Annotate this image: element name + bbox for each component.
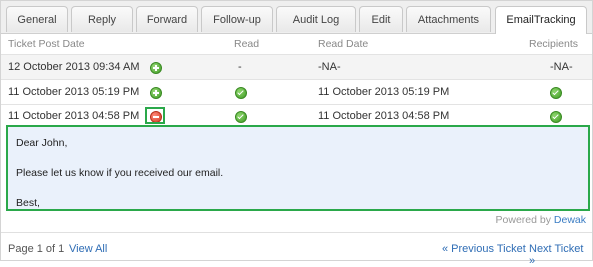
tab-attachments[interactable]: Attachments bbox=[406, 6, 491, 32]
next-ticket-link[interactable]: Next Ticket » bbox=[529, 243, 592, 267]
read-date: -NA- bbox=[318, 61, 341, 73]
message-greeting: Dear John, bbox=[16, 137, 68, 149]
pagination-footer: Page 1 of 1 View All « Previous Ticket N… bbox=[1, 232, 592, 267]
plus-icon[interactable] bbox=[150, 62, 162, 74]
table-row[interactable]: 11 October 2013 05:19 PM 11 October 2013… bbox=[1, 80, 592, 104]
col-read-date[interactable]: Read Date bbox=[318, 38, 368, 50]
recipients: -NA- bbox=[550, 61, 573, 73]
check-icon bbox=[550, 87, 562, 99]
tab-email-tracking[interactable]: EmailTracking bbox=[495, 6, 587, 34]
col-read[interactable]: Read bbox=[234, 38, 259, 50]
table-row[interactable]: 12 October 2013 09:34 AM - -NA- -NA- bbox=[1, 55, 592, 79]
read-date: 11 October 2013 05:19 PM bbox=[318, 86, 450, 98]
view-all-link[interactable]: View All bbox=[69, 243, 107, 255]
collapse-highlight bbox=[145, 107, 165, 124]
post-date: 12 October 2013 09:34 AM bbox=[8, 61, 140, 73]
tab-follow-up[interactable]: Follow-up bbox=[201, 6, 273, 32]
email-tracking-panel: General Reply Forward Follow-up Audit Lo… bbox=[0, 0, 593, 267]
tab-general[interactable]: General bbox=[6, 6, 68, 32]
plus-icon[interactable] bbox=[150, 87, 162, 99]
tab-forward[interactable]: Forward bbox=[136, 6, 198, 32]
check-icon bbox=[235, 111, 247, 123]
post-date: 11 October 2013 05:19 PM bbox=[8, 86, 140, 98]
message-body: Please let us know if you received our e… bbox=[16, 167, 224, 179]
tab-audit-log[interactable]: Audit Log bbox=[276, 6, 356, 32]
col-ticket-post-date[interactable]: Ticket Post Date bbox=[8, 38, 85, 50]
check-icon bbox=[235, 87, 247, 99]
message-closing: Best, bbox=[16, 197, 40, 209]
page-info: Page 1 of 1 bbox=[8, 243, 65, 255]
email-message-body: Dear John, Please let us know if you rec… bbox=[6, 125, 590, 211]
powered-by: Powered by Dewak bbox=[496, 214, 586, 226]
tab-edit[interactable]: Edit bbox=[359, 6, 403, 32]
read-status: - bbox=[238, 61, 242, 73]
previous-ticket-link[interactable]: « Previous Ticket bbox=[442, 243, 526, 255]
read-date: 11 October 2013 04:58 PM bbox=[318, 110, 450, 122]
brand-link[interactable]: Dewak bbox=[554, 214, 586, 226]
powered-by-label: Powered by bbox=[495, 214, 551, 226]
check-icon bbox=[550, 111, 562, 123]
tab-bar: General Reply Forward Follow-up Audit Lo… bbox=[1, 1, 592, 34]
table-header: Ticket Post Date Read Read Date Recipien… bbox=[1, 35, 592, 53]
post-date: 11 October 2013 04:58 PM bbox=[8, 110, 140, 122]
tab-reply[interactable]: Reply bbox=[71, 6, 133, 32]
col-recipients[interactable]: Recipients bbox=[529, 38, 578, 50]
